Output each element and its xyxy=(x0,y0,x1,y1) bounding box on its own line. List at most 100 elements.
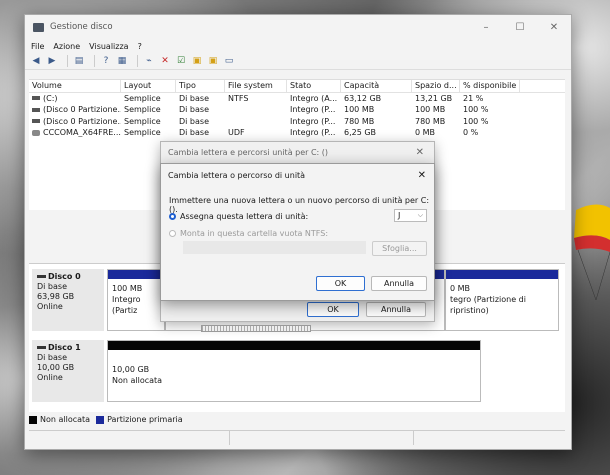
cell-spazio: 13,21 GB xyxy=(415,93,453,103)
legend-primary: Partizione primaria xyxy=(107,415,183,424)
close-icon[interactable]: ✕ xyxy=(416,147,424,158)
cell-percent: 100 % xyxy=(463,105,489,115)
legend-unallocated: Non allocata xyxy=(40,415,91,424)
cell-layout: Semplice xyxy=(124,93,161,103)
folder-up-icon[interactable]: ▣ xyxy=(191,56,203,67)
dialog-back-cancel-button[interactable]: Annulla xyxy=(366,302,426,317)
disk-0-name: Disco 0 xyxy=(48,272,81,281)
disk-0-type: Di base xyxy=(37,282,67,291)
disk-0-partition-efi[interactable]: 100 MB Integro (Partiz xyxy=(107,269,165,331)
cell-stato: Integro (P... xyxy=(290,105,336,115)
col-tipo[interactable]: Tipo xyxy=(176,80,225,92)
cell-spazio: 780 MB xyxy=(415,116,446,126)
col-stato[interactable]: Stato xyxy=(287,80,341,92)
forward-arrow-icon[interactable]: ▶ xyxy=(46,56,58,67)
disk-0-partition-recovery[interactable]: 0 MB tegro (Partizione di ripristino) xyxy=(445,269,559,331)
drive-letter-select[interactable]: J ⌵ xyxy=(394,209,427,222)
cell-stato: Integro (P... xyxy=(290,116,336,126)
cell-layout: Semplice xyxy=(124,116,161,126)
title-bar: Gestione disco – ☐ ✕ xyxy=(25,15,571,39)
assign-letter-label: Assegna questa lettera di unità: xyxy=(180,212,309,221)
cell-tipo: Di base xyxy=(179,116,209,126)
menu-help[interactable]: ? xyxy=(138,42,142,51)
browse-button[interactable]: Sfoglia... xyxy=(372,241,427,256)
disk-1-label[interactable]: Disco 1 Di base 10,00 GB Online xyxy=(32,340,104,402)
volume-icon xyxy=(32,119,40,124)
disk-1-name: Disco 1 xyxy=(48,343,81,352)
cell-layout: Semplice xyxy=(124,105,161,115)
cell-layout: Semplice xyxy=(124,128,161,138)
cell-capacita: 6,25 GB xyxy=(344,128,377,138)
cell-capacita: 780 MB xyxy=(344,116,375,126)
table-header: Volume Layout Tipo File system Stato Cap… xyxy=(29,80,565,93)
menu-visualizza[interactable]: Visualizza xyxy=(89,42,128,51)
col-file-system[interactable]: File system xyxy=(225,80,287,92)
list-scroll-area[interactable] xyxy=(201,325,311,332)
col-volume[interactable]: Volume xyxy=(29,80,121,92)
cell-spazio: 100 MB xyxy=(415,105,446,115)
back-arrow-icon[interactable]: ◀ xyxy=(30,56,42,67)
connect-icon[interactable]: ⌁ xyxy=(143,56,155,67)
col-spazio[interactable]: Spazio d... xyxy=(412,80,460,92)
disk-icon xyxy=(37,275,46,278)
cell-tipo: Di base xyxy=(179,93,209,103)
check-icon[interactable]: ☑ xyxy=(175,56,187,67)
disk-1-unallocated[interactable]: 10,00 GB Non allocata xyxy=(107,340,481,402)
disk-0-label[interactable]: Disco 0 Di base 63,98 GB Online xyxy=(32,269,104,331)
close-button[interactable]: ✕ xyxy=(537,22,571,33)
col-disponibile[interactable]: % disponibile xyxy=(460,80,520,92)
radio-unselected-icon xyxy=(169,230,176,237)
cell-volume: (Disco 0 Partizione... xyxy=(43,116,121,126)
minimize-button[interactable]: – xyxy=(469,22,503,33)
assign-letter-radio[interactable]: Assegna questa lettera di unità: xyxy=(169,212,308,221)
cell-fs: NTFS xyxy=(228,93,249,103)
cell-volume: (Disco 0 Partizione... xyxy=(43,105,121,115)
dialog-back-ok-button[interactable]: OK xyxy=(307,302,359,317)
cell-stato: Integro (P... xyxy=(290,128,336,138)
dialog-back-title: Cambia lettera e percorsi unità per C: (… xyxy=(168,147,329,157)
volume-icon xyxy=(32,107,40,112)
table-row[interactable]: CCCOMA_X64FRE... Semplice Di base UDF In… xyxy=(29,127,565,139)
folder-search-icon[interactable]: ▣ xyxy=(207,56,219,67)
properties-icon[interactable]: ▦ xyxy=(116,56,128,67)
table-row[interactable]: (Disco 0 Partizione... Semplice Di base … xyxy=(29,104,565,116)
cell-volume: (C:) xyxy=(43,93,58,103)
col-capacita[interactable]: Capacità xyxy=(341,80,412,92)
col-layout[interactable]: Layout xyxy=(121,80,176,92)
cancel-button[interactable]: Annulla xyxy=(371,276,427,291)
disk-icon xyxy=(37,346,46,349)
menu-azione[interactable]: Azione xyxy=(53,42,80,51)
toolbar-separator xyxy=(137,55,138,67)
mount-folder-radio[interactable]: Monta in questa cartella vuota NTFS: xyxy=(169,229,328,238)
close-icon[interactable]: ✕ xyxy=(418,170,426,181)
legend: Non allocata Partizione primaria xyxy=(29,415,189,424)
unallocated-swatch xyxy=(29,415,37,424)
delete-icon[interactable]: ✕ xyxy=(159,56,171,67)
mount-path-input[interactable] xyxy=(183,241,366,254)
cell-volume: CCCOMA_X64FRE... xyxy=(43,128,121,138)
cell-stato: Integro (A... xyxy=(290,93,338,103)
mount-folder-label: Monta in questa cartella vuota NTFS: xyxy=(180,229,329,238)
table-row[interactable]: (C:) Semplice Di base NTFS Integro (A...… xyxy=(29,93,565,105)
partition-size: 10,00 GB xyxy=(112,365,150,374)
view-icon[interactable]: ▭ xyxy=(223,56,235,67)
toolbar: ◀ ▶ ▤ ? ▦ ⌁ ✕ ☑ ▣ ▣ ▭ xyxy=(25,53,571,70)
status-bar xyxy=(29,430,565,445)
cell-percent: 0 % xyxy=(463,128,479,138)
disk-1-size: 10,00 GB xyxy=(37,363,75,372)
maximize-button[interactable]: ☐ xyxy=(503,22,537,33)
disk-1[interactable]: Disco 1 Di base 10,00 GB Online 10,00 GB… xyxy=(29,340,565,408)
disk-1-type: Di base xyxy=(37,353,67,362)
cell-percent: 21 % xyxy=(463,93,484,103)
console-tree-icon[interactable]: ▤ xyxy=(73,56,85,67)
partition-size: 0 MB xyxy=(450,284,471,293)
help-icon[interactable]: ? xyxy=(100,56,112,67)
menu-file[interactable]: File xyxy=(31,42,44,51)
menu-bar: File Azione Visualizza ? xyxy=(25,39,571,53)
ok-button[interactable]: OK xyxy=(316,276,365,291)
table-row[interactable]: (Disco 0 Partizione... Semplice Di base … xyxy=(29,116,565,128)
disk-0-status: Online xyxy=(37,302,63,311)
disk-1-status: Online xyxy=(37,373,63,382)
cd-drive-icon xyxy=(32,129,40,136)
toolbar-separator xyxy=(67,55,68,67)
